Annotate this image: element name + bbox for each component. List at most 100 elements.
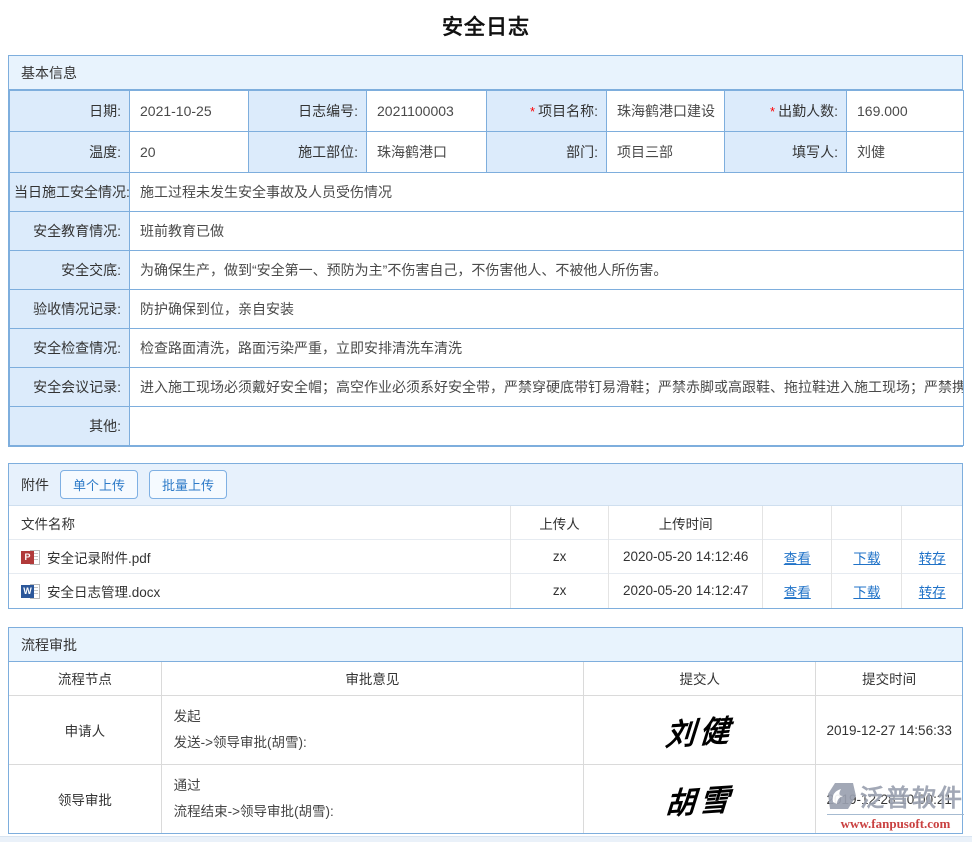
table-row: 安全会议记录: 进入施工现场必须戴好安全帽；高空作业必须系好安全带，严禁穿硬底带… [10,368,964,407]
file-name-cell: W 安全日志管理.docx [9,574,511,608]
safety-disclosure-value: 为确保生产，做到“安全第一、预防为主”不伤害自己，不伤害他人、不被他人所伤害。 [130,251,964,290]
opinion-line1: 发起 [174,704,571,730]
file-uploader: zx [511,574,609,608]
save-link[interactable]: 转存 [919,551,946,566]
attachments-panel: 附件 单个上传 批量上传 文件名称 上传人 上传时间 P 安全记录附件.pdf z… [8,463,963,609]
construction-part-value: 珠海鹤港口 [367,132,487,173]
daily-safety-label: 当日施工安全情况: [10,173,130,212]
file-row: P 安全记录附件.pdf zx 2020-05-20 14:12:46 查看 下载… [9,540,962,574]
uploader-header: 上传人 [511,506,609,540]
word-file-icon: W [21,584,40,600]
opinion-line1: 通过 [174,773,571,799]
table-row: 安全交底: 为确保生产，做到“安全第一、预防为主”不伤害自己，不伤害他人、不被他… [10,251,964,290]
actions-header-2 [832,506,902,540]
table-row: 温度: 20 施工部位: 珠海鹤港口 部门: 项目三部 填写人: 刘健 [10,132,964,173]
opinion-line2: 流程结束->领导审批(胡雪): [174,799,571,825]
approval-row: 领导审批 通过 流程结束->领导审批(胡雪): 胡雪 2019-12-28 10… [9,765,962,834]
attendance-label: *出勤人数: [725,91,847,132]
table-header-row: 流程节点 审批意见 提交人 提交时间 [9,662,962,696]
save-link[interactable]: 转存 [919,585,946,600]
submit-time-header: 提交时间 [816,662,962,696]
date-label: 日期: [10,91,130,132]
submitter-signature: 刘健 [583,700,817,760]
writer-label: 填写人: [725,132,847,173]
table-row: 其他: [10,407,964,446]
log-number-label: 日志编号: [249,91,367,132]
approval-section-title: 流程审批 [9,628,962,662]
safety-meeting-value: 进入施工现场必须戴好安全帽；高空作业必须系好安全带，严禁穿硬底带钉易滑鞋；严禁赤… [130,368,964,407]
attachments-table: 文件名称 上传人 上传时间 P 安全记录附件.pdf zx 2020-05-20 … [9,505,962,608]
table-row: 安全教育情况: 班前教育已做 [10,212,964,251]
view-link[interactable]: 查看 [784,551,811,566]
acceptance-record-value: 防护确保到位，亲自安装 [130,290,964,329]
required-asterisk: * [530,104,535,119]
file-row: W 安全日志管理.docx zx 2020-05-20 14:12:47 查看 下… [9,574,962,608]
department-value: 项目三部 [607,132,725,173]
safety-education-label: 安全教育情况: [10,212,130,251]
submit-time: 2019-12-27 14:56:33 [816,696,962,765]
acceptance-record-label: 验收情况记录: [10,290,130,329]
brand-url: www.fanpusoft.com [827,814,964,832]
attendance-label-text: 出勤人数: [778,103,838,119]
submitter-signature: 胡雪 [583,769,817,829]
upload-time-header: 上传时间 [609,506,763,540]
flow-node-header: 流程节点 [9,662,161,696]
department-label: 部门: [487,132,607,173]
approval-row: 申请人 发起 发送->领导审批(胡雪): 刘健 2019-12-27 14:56… [9,696,962,765]
daily-safety-value: 施工过程未发生安全事故及人员受伤情况 [130,173,964,212]
table-row: 日期: 2021-10-25 日志编号: 2021100003 *项目名称: 珠… [10,91,964,132]
basic-info-table: 日期: 2021-10-25 日志编号: 2021100003 *项目名称: 珠… [9,90,964,446]
file-upload-time: 2020-05-20 14:12:47 [609,574,763,608]
attachments-header-bar: 附件 单个上传 批量上传 [9,464,962,505]
temperature-value: 20 [130,132,249,173]
page-title: 安全日志 [0,0,972,55]
safety-education-value: 班前教育已做 [130,212,964,251]
submitter-header: 提交人 [584,662,816,696]
project-name-label-text: 项目名称: [538,103,598,119]
view-link[interactable]: 查看 [784,585,811,600]
opinion-cell: 通过 流程结束->领导审批(胡雪): [161,765,583,834]
file-upload-time: 2020-05-20 14:12:46 [609,540,763,574]
opinion-cell: 发起 发送->领导审批(胡雪): [161,696,583,765]
opinion-header: 审批意见 [161,662,583,696]
table-row: 当日施工安全情况: 施工过程未发生安全事故及人员受伤情况 [10,173,964,212]
flow-node: 申请人 [9,696,161,765]
bottom-bar [0,836,972,842]
table-header-row: 文件名称 上传人 上传时间 [9,506,962,540]
writer-value: 刘健 [847,132,964,173]
approval-table: 流程节点 审批意见 提交人 提交时间 申请人 发起 发送->领导审批(胡雪): … [9,662,962,834]
table-row: 安全检查情况: 检查路面清洗，路面污染严重，立即安排清洗车清洗 [10,329,964,368]
opinion-line2: 发送->领导审批(胡雪): [174,730,571,756]
basic-info-panel: 基本信息 日期: 2021-10-25 日志编号: 2021100003 *项目… [8,55,963,447]
safety-meeting-label: 安全会议记录: [10,368,130,407]
attendance-value: 169.000 [847,91,964,132]
construction-part-label: 施工部位: [249,132,367,173]
other-label: 其他: [10,407,130,446]
project-name-value: 珠海鹤港口建设 [607,91,725,132]
actions-header-1 [763,506,832,540]
brand-name: 泛普软件 [860,778,964,813]
safety-inspection-value: 检查路面清洗，路面污染严重，立即安排清洗车清洗 [130,329,964,368]
file-uploader: zx [511,540,609,574]
date-value: 2021-10-25 [130,91,249,132]
basic-info-section-title: 基本信息 [9,56,962,90]
brand-watermark: 泛普软件 www.fanpusoft.com [827,778,964,832]
brand-logo-icon [827,782,857,810]
download-link[interactable]: 下载 [853,585,880,600]
table-row: 验收情况记录: 防护确保到位，亲自安装 [10,290,964,329]
required-asterisk: * [770,104,775,119]
project-name-label: *项目名称: [487,91,607,132]
file-name: 安全日志管理.docx [47,585,160,600]
file-name: 安全记录附件.pdf [47,551,151,566]
pdf-file-icon: P [21,550,40,566]
temperature-label: 温度: [10,132,130,173]
batch-upload-button[interactable]: 批量上传 [149,470,227,499]
safety-inspection-label: 安全检查情况: [10,329,130,368]
file-name-header: 文件名称 [9,506,511,540]
other-value [130,407,964,446]
safety-disclosure-label: 安全交底: [10,251,130,290]
download-link[interactable]: 下载 [853,551,880,566]
single-upload-button[interactable]: 单个上传 [60,470,138,499]
file-name-cell: P 安全记录附件.pdf [9,540,511,574]
log-number-value: 2021100003 [367,91,487,132]
